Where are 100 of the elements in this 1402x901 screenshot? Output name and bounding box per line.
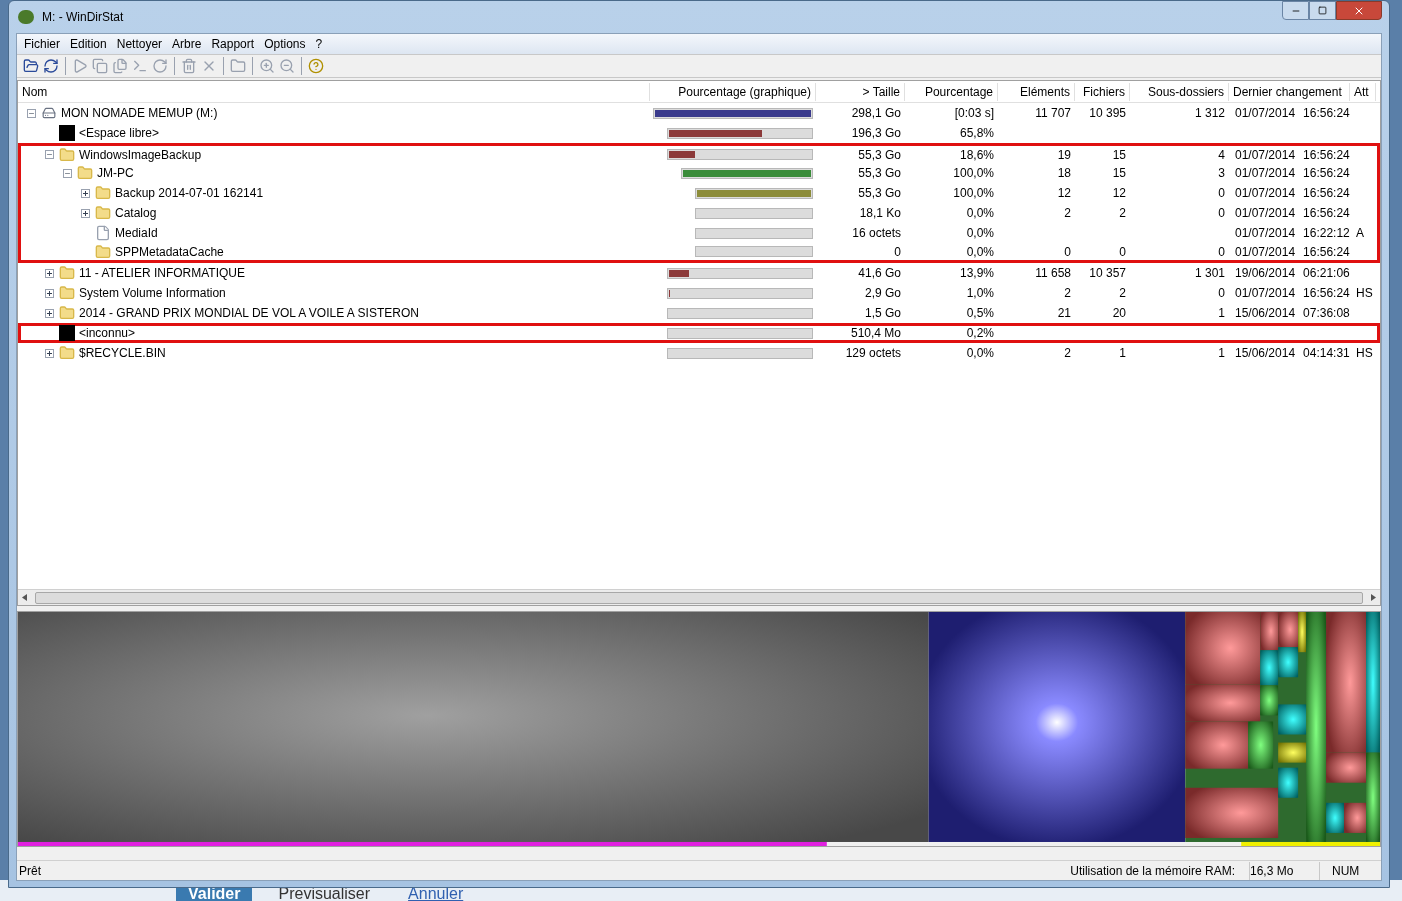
table-cell: 18 (1057, 166, 1071, 180)
table-row[interactable]: JM-PC 55,3 Go 100,0% 18 15 3 01/07/2014 16:56:24 (18, 163, 1380, 183)
expand-icon[interactable] (80, 188, 90, 198)
table-cell-text: 16:56:24 (1303, 105, 1350, 122)
table-row[interactable]: MON NOMADE MEMUP (M:) 298,1 Go [0:03 s] 11 707 10 395 1 312 01/07/2014 16:56:24 (18, 103, 1380, 123)
folder-open-icon[interactable] (23, 58, 39, 74)
table-row[interactable]: <Espace libre> 196,3 Go 65,8% (18, 123, 1380, 143)
folder-icon (59, 146, 75, 163)
table-cell: 298,1 Go (851, 106, 901, 120)
column-header[interactable]: Dernier changement (1229, 82, 1350, 101)
table-cell-text: 16:56:24 (1303, 146, 1350, 164)
table-cell-text: 16:56:24 (1303, 205, 1350, 222)
terminal-icon[interactable] (132, 58, 148, 74)
item-name: Catalog (115, 205, 157, 222)
table-row[interactable]: 11 - ATELIER INFORMATIQUE 41,6 Go 13,9% 11 658 10 357 1 301 19/06/2014 06:21:06 (18, 263, 1380, 283)
table-cell: 4 (1218, 147, 1225, 162)
table-cell-text: 01/07/2014 (1235, 243, 1296, 261)
table-cell: 2 (1064, 346, 1071, 360)
expand-icon[interactable] (80, 208, 90, 218)
table-cell: 100,0% (953, 186, 994, 200)
table-cell: 12 (1112, 186, 1126, 200)
table-row[interactable]: MediaId 16 octets 0,0% 01/07/2014 16:22:12 A (18, 223, 1380, 243)
item-name: WindowsImageBackup (79, 146, 202, 164)
table-cell: 15 (1112, 166, 1126, 180)
menu-item[interactable]: Fichier (19, 35, 65, 53)
background-link[interactable]: Previsualiser (266, 887, 383, 901)
table-row[interactable]: WindowsImageBackup 55,3 Go 18,6% 19 15 4 01/07/2014 16:56:24 (18, 143, 1380, 163)
column-header[interactable]: Pourcentage (905, 82, 998, 101)
file-icon (95, 225, 111, 241)
table-cell: 10 395 (1089, 106, 1126, 120)
column-header[interactable]: > Taille (816, 82, 905, 101)
table-cell: HS (1356, 346, 1373, 360)
table-row[interactable]: SPPMetadataCache 0 0,0% 0 0 0 01/07/2014 16:56:24 (18, 243, 1380, 263)
table-cell-text: 06:21:06 (1303, 265, 1350, 282)
table-cell: 55,3 Go (858, 147, 901, 162)
item-name: SPPMetadataCache (115, 243, 224, 261)
zoom-out-icon[interactable] (279, 58, 295, 74)
trash-icon[interactable] (181, 58, 197, 74)
collapse-icon[interactable] (44, 150, 54, 159)
scroll-thumb[interactable] (35, 591, 1363, 604)
table-cell: 0 (894, 244, 901, 259)
table-cell: 0 (1218, 244, 1225, 259)
table-row[interactable]: <inconnu> 510,4 Mo 0,2% (18, 323, 1380, 343)
help-icon[interactable] (308, 58, 324, 74)
column-header[interactable]: Nom (18, 82, 650, 101)
expand-icon[interactable] (44, 348, 54, 358)
column-header[interactable]: Fichiers (1075, 82, 1130, 101)
num-indicator: NUM (1319, 861, 1379, 880)
item-name: MON NOMADE MEMUP (M:) (61, 105, 218, 122)
menu-item[interactable]: Arbre (167, 35, 207, 53)
column-header[interactable]: Pourcentage (graphique) (650, 82, 816, 101)
collapse-icon[interactable] (62, 168, 72, 178)
scroll-left-icon[interactable] (22, 594, 27, 601)
menu-item[interactable]: Rapport (206, 35, 260, 53)
table-cell: HS (1356, 286, 1373, 300)
folder-icon (59, 345, 75, 361)
window-title: M: - WinDirStat (42, 9, 124, 26)
table-cell: 21 (1057, 306, 1071, 320)
menu-item[interactable]: Options (259, 35, 311, 53)
table-cell: 19 (1057, 147, 1071, 162)
zoom-in-icon[interactable] (259, 58, 275, 74)
scroll-right-icon[interactable] (1371, 594, 1376, 601)
table-row[interactable]: 2014 - GRAND PRIX MONDIAL DE VOL A VOILE A SISTERON 1,5 Go 0,5% 21 20 1 15/06/2014 07:36:08 (18, 303, 1380, 323)
table-cell: 12 (1057, 186, 1071, 200)
copy-icon[interactable] (92, 58, 108, 74)
folder-icon[interactable] (230, 58, 246, 74)
maximize-button[interactable] (1309, 1, 1336, 20)
play-icon[interactable] (72, 58, 88, 74)
table-row[interactable]: Catalog 18,1 Ko 0,0% 2 2 0 01/07/2014 16:56:24 (18, 203, 1380, 223)
menu-item[interactable]: ? (310, 35, 328, 53)
table-cell: 1 (1218, 346, 1225, 360)
close-button[interactable] (1336, 1, 1382, 20)
ram-value: 16,3 Mo (1249, 861, 1319, 880)
table-row[interactable]: Backup 2014-07-01 162141 55,3 Go 100,0% 12 12 0 01/07/2014 16:56:24 (18, 183, 1380, 203)
menu-item[interactable]: Nettoyer (111, 35, 168, 53)
table-cell: 18,1 Ko (859, 206, 901, 220)
table-cell: 55,3 Go (858, 186, 901, 200)
table-row[interactable]: $RECYCLE.BIN 129 octets 0,0% 2 1 1 15/06/2014 04:14:31 HS (18, 343, 1380, 363)
expand-icon[interactable] (44, 288, 54, 298)
table-cell: 0,0% (966, 206, 994, 220)
table-cell: 11 658 (1035, 266, 1071, 280)
table-cell: 0 (1218, 206, 1225, 220)
menu-item[interactable]: Edition (65, 35, 112, 53)
horizontal-scrollbar[interactable] (18, 589, 1380, 605)
collapse-icon[interactable] (26, 108, 36, 118)
minimize-button[interactable] (1282, 1, 1309, 20)
expand-icon[interactable] (44, 308, 54, 318)
files-icon[interactable] (112, 58, 128, 74)
background-link[interactable]: Annuler (396, 887, 476, 901)
table-row[interactable]: System Volume Information 2,9 Go 1,0% 2 2 0 01/07/2014 16:56:24 HS (18, 283, 1380, 303)
column-header[interactable]: Att (1350, 82, 1376, 101)
refresh-icon[interactable] (43, 58, 59, 74)
table-cell-text: 01/07/2014 (1235, 285, 1296, 302)
table-cell: 0,5% (966, 306, 994, 320)
column-header[interactable]: Eléments (998, 82, 1075, 101)
column-header[interactable]: Sous-dossiers (1130, 82, 1229, 101)
table-cell-text: 16:22:12 (1303, 225, 1350, 242)
expand-icon[interactable] (44, 268, 54, 278)
rotate-icon[interactable] (152, 58, 168, 74)
table-cell-text: 01/07/2014 (1235, 185, 1296, 202)
